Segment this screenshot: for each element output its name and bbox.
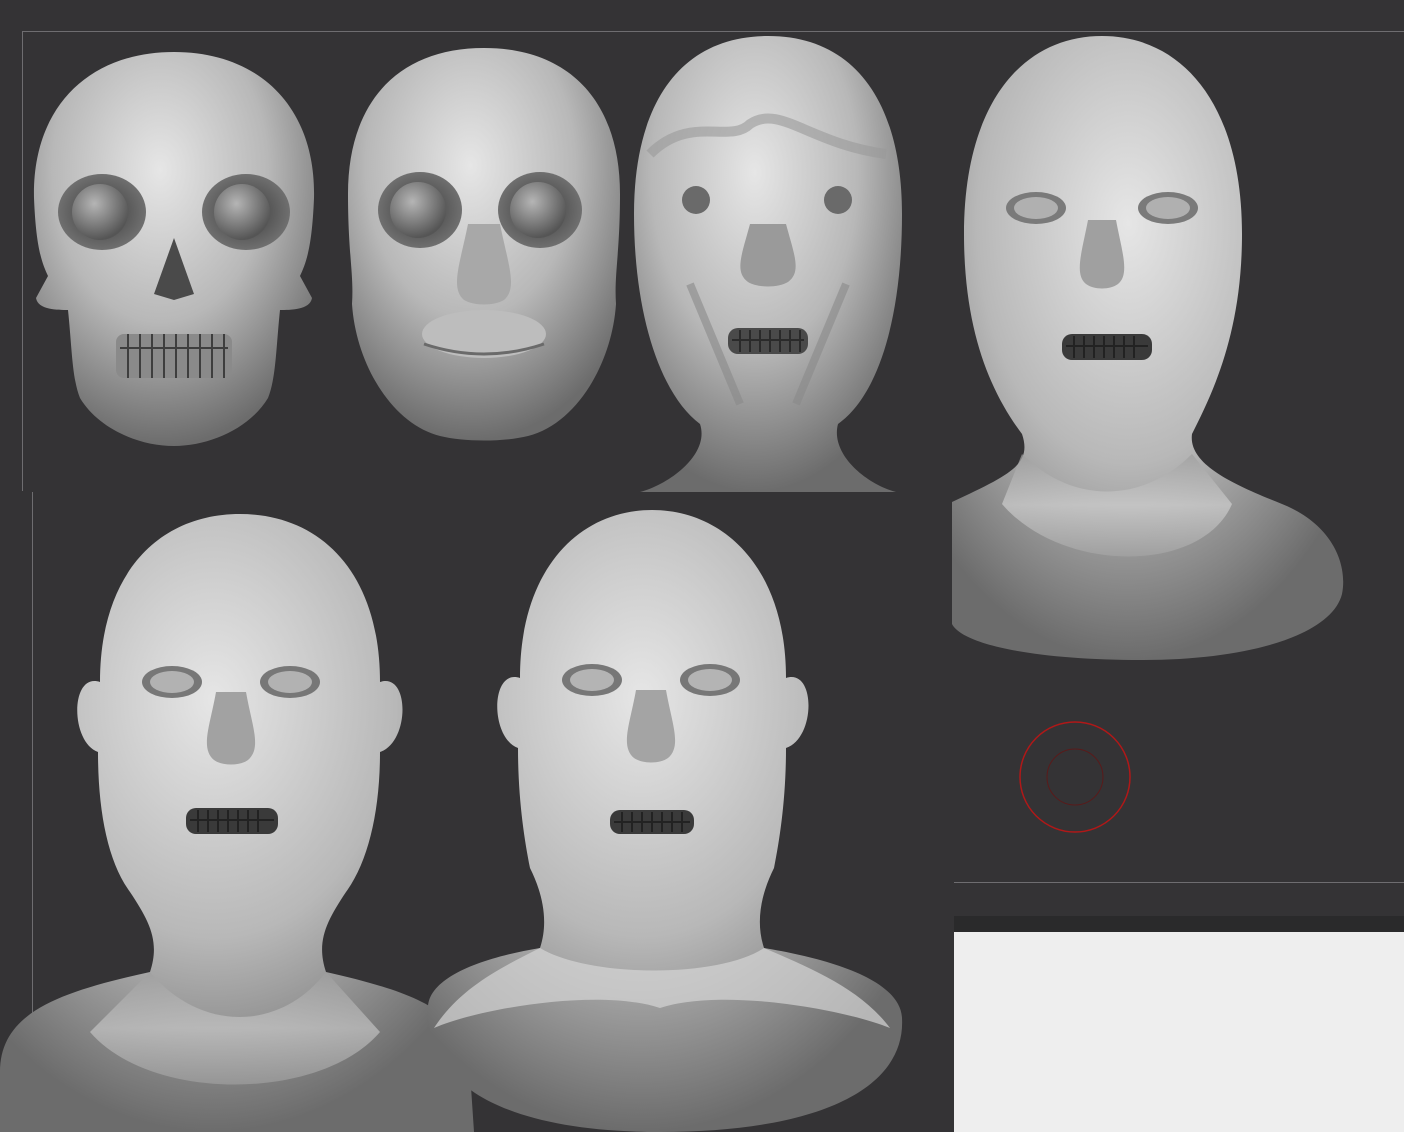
skull-sculpt[interactable]: [28, 48, 320, 450]
lower-panel: [954, 932, 1404, 1132]
panel-divider: [954, 916, 1404, 932]
frame-line-top: [22, 31, 1404, 32]
skin-blockout-sculpt[interactable]: [630, 34, 906, 492]
sculpt-viewport[interactable]: [0, 0, 1404, 1132]
frame-line-left: [22, 31, 23, 491]
frame-line-right-panel: [954, 882, 1404, 883]
head-final-sculpt[interactable]: [420, 508, 906, 1132]
brush-cursor-circle-icon: [1018, 720, 1132, 834]
head-ears-sculpt[interactable]: [0, 512, 474, 1132]
muscle-layer-sculpt[interactable]: [344, 44, 624, 442]
head-neck-sculpt[interactable]: [952, 34, 1350, 664]
